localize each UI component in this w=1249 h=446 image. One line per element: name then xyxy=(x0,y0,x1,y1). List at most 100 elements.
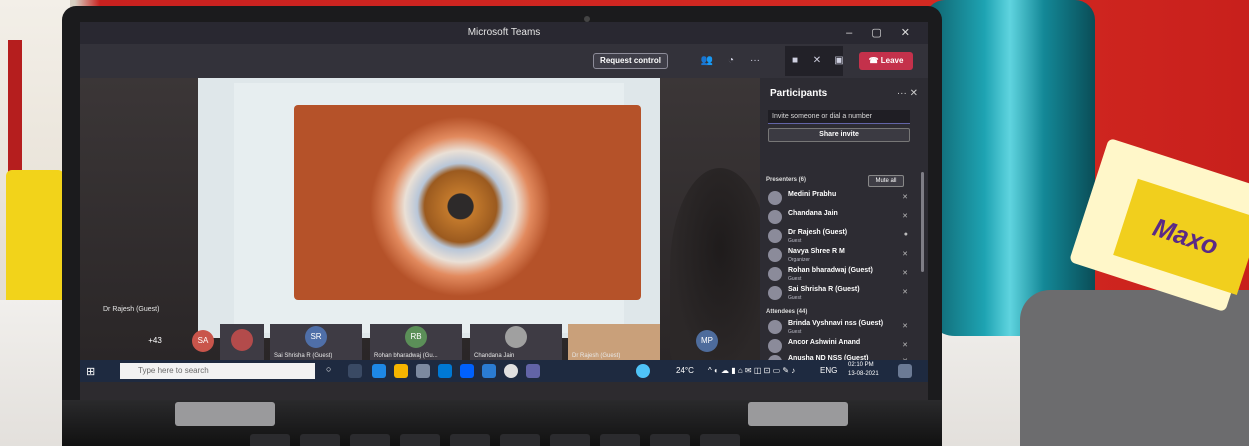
book-spine xyxy=(8,40,22,190)
windows-start-icon[interactable]: ⊞ xyxy=(86,365,95,378)
presenters-header[interactable]: Presenters (6) xyxy=(766,177,806,183)
camera-icon[interactable]: ■ xyxy=(788,55,802,67)
gray-laptop-sleeve xyxy=(1020,290,1249,446)
window-title: Microsoft Teams xyxy=(467,27,541,38)
share-tray-icon[interactable]: ▣ xyxy=(832,55,846,67)
keyboard-key xyxy=(250,434,290,446)
edge-icon[interactable] xyxy=(372,364,386,378)
weather-temp[interactable]: 24°C xyxy=(676,366,694,375)
word-icon[interactable] xyxy=(482,364,496,378)
participant-row[interactable]: Medini Prabhu ✕ xyxy=(768,190,908,208)
mic-off-icon[interactable]: ✕ xyxy=(810,55,824,67)
overflow-avatar[interactable]: +43 xyxy=(144,330,166,352)
avatar-rb: RB xyxy=(405,326,427,348)
participant-name: Brinda Vyshnavi nss (Guest) xyxy=(788,320,884,327)
participant-row[interactable]: Navya Shree R M Organizer ✕ xyxy=(768,247,908,265)
presentation-slide xyxy=(198,78,660,338)
task-view-icon[interactable] xyxy=(348,364,362,378)
water-bottle xyxy=(925,0,1095,336)
participant-name: Dr Rajesh (Guest) xyxy=(788,229,848,236)
gallery-tile-dr-rajesh[interactable]: Dr Rajesh (Guest) xyxy=(568,324,660,360)
participant-role: Guest xyxy=(788,276,802,282)
panel-title: Participants xyxy=(770,88,828,99)
meeting-toolbar: Request control 👥 ◔ ··· ■ ✕ ▣ ☎ Leave xyxy=(80,44,928,78)
tile-name: Sai Shrisha R (Guest) xyxy=(274,353,333,359)
participant-name: Ancor Ashwini Anand xyxy=(788,339,861,346)
mic-off-icon: ✕ xyxy=(902,342,908,349)
window-controls[interactable]: – ▢ ✕ xyxy=(846,26,918,39)
participant-row[interactable]: Rohan bharadwaj (Guest) Guest ✕ xyxy=(768,266,908,284)
keyboard-key xyxy=(400,434,440,446)
cortana-icon[interactable]: ○ xyxy=(326,364,340,378)
notification-icon[interactable] xyxy=(898,364,912,378)
participant-row[interactable]: Dr Rajesh (Guest) Guest ● xyxy=(768,228,908,246)
mic-off-icon: ✕ xyxy=(902,213,908,220)
language-indicator[interactable]: ENG xyxy=(820,366,837,375)
participant-role: Guest xyxy=(788,295,802,301)
keyboard-key xyxy=(500,434,540,446)
panel-close-icon[interactable]: ··· ✕ xyxy=(897,88,918,99)
gallery-tile-sai-shrisha[interactable]: SR Sai Shrisha R (Guest) xyxy=(270,324,362,360)
yellow-mug xyxy=(6,170,64,310)
file-explorer-icon[interactable] xyxy=(394,364,408,378)
participant-role: Guest xyxy=(788,238,802,244)
mic-off-icon: ✕ xyxy=(902,251,908,258)
mic-on-icon: ● xyxy=(903,231,908,238)
video-tile[interactable] xyxy=(220,324,264,360)
tile-name: Rohan bharadwaj (Gu... xyxy=(374,353,438,359)
participant-row[interactable]: Chandana Jain ✕ xyxy=(768,209,908,227)
teams-taskbar-icon[interactable] xyxy=(526,364,540,378)
title-bar: Microsoft Teams – ▢ ✕ xyxy=(80,22,928,44)
share-invite-button[interactable]: Share invite xyxy=(768,128,910,142)
participant-avatar xyxy=(768,248,782,262)
participant-row[interactable]: Sai Shrisha R (Guest) Guest ✕ xyxy=(768,285,908,303)
chrome-icon[interactable] xyxy=(504,364,518,378)
avatar-initials: MP xyxy=(701,336,713,345)
weather-icon[interactable] xyxy=(636,364,650,378)
avatar-initials: RB xyxy=(410,332,422,341)
mic-off-icon: ✕ xyxy=(902,323,908,330)
clock-time[interactable]: 02:10 PM xyxy=(848,362,874,368)
teams-window: Microsoft Teams – ▢ ✕ Request control 👥 … xyxy=(80,22,928,400)
participant-avatar xyxy=(768,229,782,243)
invite-input[interactable]: Invite someone or dial a number xyxy=(768,110,910,124)
more-actions-icon[interactable]: ··· xyxy=(748,55,762,67)
avatar-photo xyxy=(231,329,253,351)
mic-off-icon: ✕ xyxy=(902,270,908,277)
clock-date[interactable]: 13-08-2021 xyxy=(848,371,879,377)
leave-button[interactable]: ☎ Leave xyxy=(859,52,913,70)
participant-name: Chandana Jain xyxy=(788,210,838,217)
chat-icon[interactable]: ◔ xyxy=(724,55,738,67)
participant-name: Medini Prabhu xyxy=(788,191,837,198)
mail-icon[interactable] xyxy=(438,364,452,378)
store-icon[interactable] xyxy=(416,364,430,378)
gallery-tile-chandana[interactable]: Chandana Jain xyxy=(470,324,562,360)
participant-row[interactable]: Brinda Vyshnavi nss (Guest) Guest ✕ xyxy=(768,319,908,337)
keyboard-key xyxy=(700,434,740,446)
avatar-initials: SR xyxy=(310,332,322,341)
request-control-button[interactable]: Request control xyxy=(593,53,668,69)
avatar-mp[interactable]: MP xyxy=(696,330,718,352)
system-tray-icons[interactable]: ^ ◐ ☁ ▮ ⌂ ✉ ◫ ⊡ ▭ ✎ ♪ xyxy=(708,366,795,375)
avatar-sr: SR xyxy=(305,326,327,348)
mute-all-button[interactable]: Mute all xyxy=(868,175,904,187)
active-speaker-label: Dr Rajesh (Guest) xyxy=(103,306,160,313)
photo-scene: Maxo hp Microsoft Teams – ▢ ✕ Request co… xyxy=(0,0,1249,446)
participant-avatar xyxy=(768,210,782,224)
tile-name: Dr Rajesh (Guest) xyxy=(572,353,621,359)
participants-icon[interactable]: 👥 xyxy=(700,55,714,67)
participant-avatar xyxy=(768,191,782,205)
keyboard-key xyxy=(550,434,590,446)
dropbox-icon[interactable] xyxy=(460,364,474,378)
gallery-tile-rohan[interactable]: RB Rohan bharadwaj (Gu... xyxy=(370,324,462,360)
avatar-sa[interactable]: SA xyxy=(192,330,214,352)
leave-label: Leave xyxy=(880,56,904,65)
laptop-foot-left xyxy=(175,402,275,426)
participant-gallery: +43 SA SR Sai Shrisha R (Guest) RB Rohan… xyxy=(80,322,760,362)
attendees-header[interactable]: Attendees (44) xyxy=(766,309,807,315)
slide-canvas xyxy=(234,83,641,333)
keyboard-key xyxy=(450,434,490,446)
taskbar-search-input[interactable]: Type here to search xyxy=(120,363,315,379)
panel-scrollbar[interactable] xyxy=(921,172,924,272)
mic-off-icon: ✕ xyxy=(902,289,908,296)
